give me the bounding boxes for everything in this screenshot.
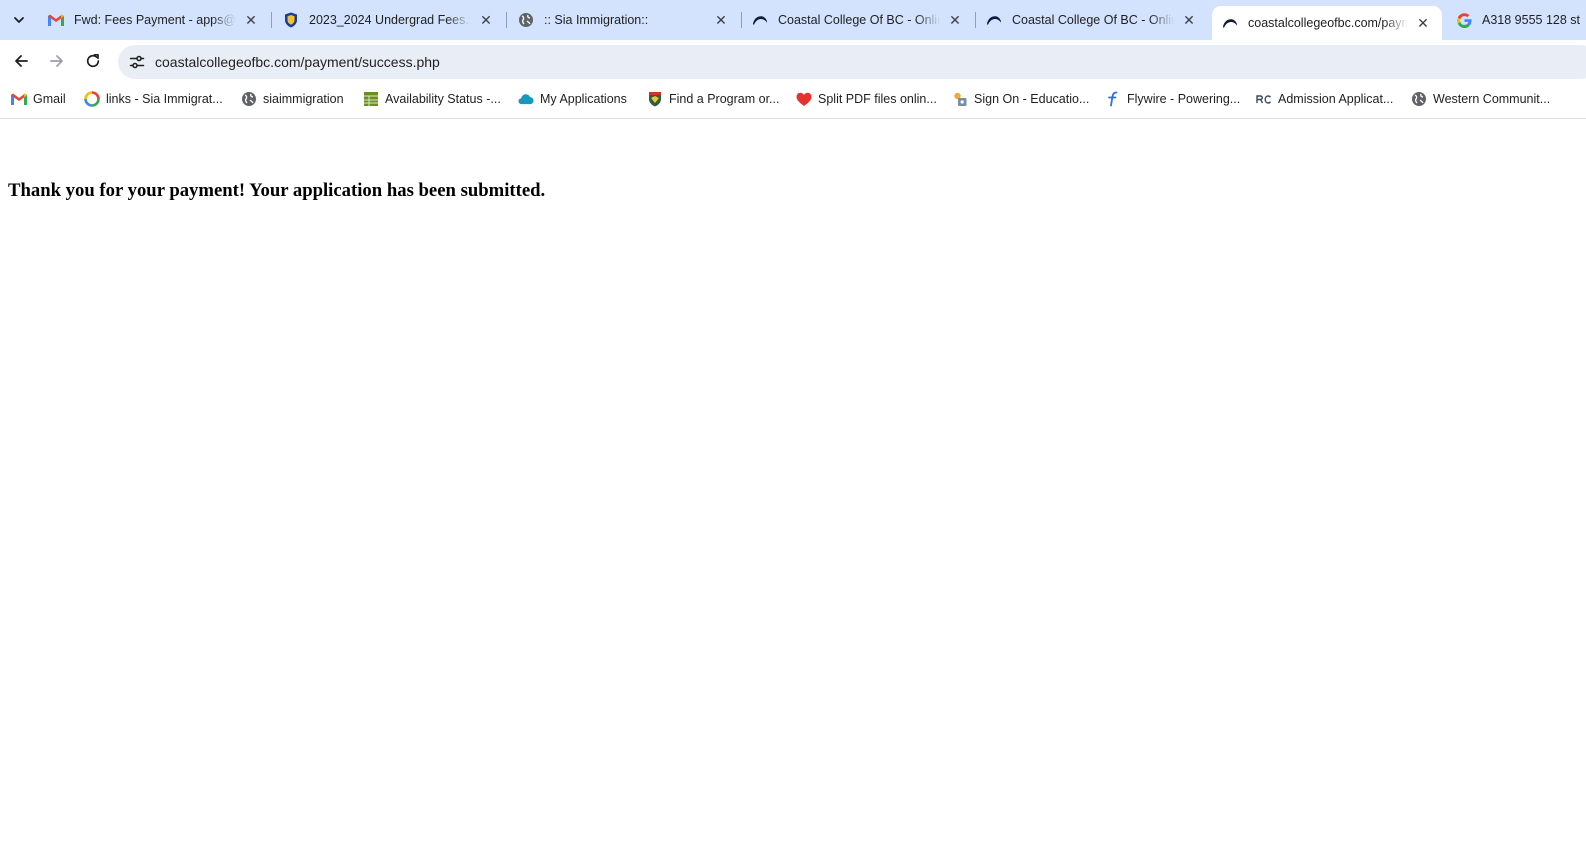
gmail-icon (11, 91, 27, 107)
links-icon (84, 91, 100, 107)
toolbar: coastalcollegeofbc.com/payment/success.p… (0, 40, 1586, 80)
address-bar[interactable]: coastalcollegeofbc.com/payment/success.p… (118, 45, 1586, 79)
gmail-icon (48, 12, 64, 28)
bookmark-links-sia[interactable]: links - Sia Immigrat... (84, 89, 223, 109)
tab-title: coastalcollegeofbc.com/payment/success.p… (1248, 16, 1408, 30)
tab-coastal-college-2[interactable]: Coastal College Of BC - Online Applicati… (976, 0, 1208, 40)
crest-icon (647, 91, 663, 107)
tab-coastal-college-1[interactable]: Coastal College Of BC - Online Applicati… (742, 0, 974, 40)
close-icon[interactable]: ✕ (1180, 11, 1198, 29)
tab-google-search[interactable]: A318 9555 128 st (1446, 0, 1586, 40)
flywire-icon (1105, 91, 1121, 107)
coastal-college-icon (1222, 15, 1238, 31)
reload-icon (86, 53, 100, 68)
tab-title: Coastal College Of BC - Online Applicati… (1012, 13, 1174, 27)
close-icon[interactable]: ✕ (1414, 14, 1432, 32)
bookmark-admission-application[interactable]: Admission Applicat... (1256, 89, 1393, 109)
sign-on-icon (952, 91, 968, 107)
bookmark-availability-status[interactable]: Availability Status -... (363, 89, 501, 109)
bookmark-label: Split PDF files onlin... (818, 92, 937, 106)
site-info-icon[interactable] (126, 51, 148, 73)
chevron-down-icon (14, 17, 24, 23)
bookmark-label: Western Communit... (1433, 92, 1551, 106)
close-icon[interactable]: ✕ (477, 11, 495, 29)
sheet-icon (363, 91, 379, 107)
tab-separator (506, 12, 507, 28)
bookmark-label: Availability Status -... (385, 92, 501, 106)
tab-title: Fwd: Fees Payment - apps@siaimmigration.… (74, 13, 236, 27)
coastal-college-icon (986, 12, 1002, 28)
forward-button[interactable] (43, 47, 71, 75)
close-icon[interactable]: ✕ (946, 11, 964, 29)
bookmark-my-applications[interactable]: My Applications (518, 89, 627, 109)
bookmark-split-pdf[interactable]: Split PDF files onlin... (796, 89, 937, 109)
coastal-college-icon (752, 12, 768, 28)
globe-icon (1411, 91, 1427, 107)
tab-fees-payment[interactable]: Fwd: Fees Payment - apps@siaimmigration.… (38, 0, 270, 40)
page-content: Thank you for your payment! Your applica… (0, 119, 1586, 866)
tab-strip: Fwd: Fees Payment - apps@siaimmigration.… (0, 0, 1586, 40)
bookmark-label: Flywire - Powering... (1127, 92, 1241, 106)
rc-icon (1256, 91, 1272, 107)
bookmarks-bar: Gmail links - Sia Immigrat... siaimmigra… (0, 80, 1586, 119)
bookmark-sign-on-education[interactable]: Sign On - Educatio... (952, 89, 1089, 109)
tab-search-button[interactable] (6, 7, 32, 33)
tab-sia-immigration[interactable]: :: Sia Immigration:: ✕ (508, 0, 740, 40)
back-button[interactable] (7, 47, 35, 75)
tab-title: 2023_2024 Undergrad Fees.xlsx (309, 13, 471, 27)
tab-title: Coastal College Of BC - Online Applicati… (778, 13, 940, 27)
arrow-right-icon (50, 55, 63, 67)
bookmark-label: Gmail (33, 92, 66, 106)
url-text[interactable]: coastalcollegeofbc.com/payment/success.p… (155, 54, 440, 70)
globe-icon (241, 91, 257, 107)
bookmark-label: Admission Applicat... (1278, 92, 1394, 106)
reload-button[interactable] (79, 47, 107, 75)
bookmark-flywire[interactable]: Flywire - Powering... (1105, 89, 1240, 109)
tab-title: :: Sia Immigration:: (544, 13, 649, 27)
globe-icon (518, 12, 534, 28)
tab-title: A318 9555 128 st (1482, 13, 1580, 27)
bookmark-label: My Applications (540, 92, 627, 106)
bookmark-label: siaimmigration (263, 92, 344, 106)
tab-undergrad-fees[interactable]: 2023_2024 Undergrad Fees.xlsx ✕ (273, 0, 505, 40)
arrow-left-icon (15, 55, 28, 67)
bookmark-label: Find a Program or... (669, 92, 780, 106)
bookmark-find-a-program[interactable]: Find a Program or... (647, 89, 779, 109)
cloud-icon (518, 91, 534, 107)
bookmark-siaimmigration[interactable]: siaimmigration (241, 89, 344, 109)
google-icon (1456, 12, 1472, 28)
bookmark-label: Sign On - Educatio... (974, 92, 1090, 106)
tab-payment-success[interactable]: coastalcollegeofbc.com/payment/success.p… (1212, 6, 1442, 40)
shield-icon (283, 12, 299, 28)
heart-icon (796, 91, 812, 107)
close-icon[interactable]: ✕ (712, 11, 730, 29)
bookmark-western-community[interactable]: Western Communit... (1411, 89, 1550, 109)
payment-success-message: Thank you for your payment! Your applica… (8, 180, 546, 201)
bookmark-gmail[interactable]: Gmail (11, 89, 66, 109)
tab-separator (271, 12, 272, 28)
close-icon[interactable]: ✕ (242, 11, 260, 29)
bookmark-label: links - Sia Immigrat... (106, 92, 223, 106)
